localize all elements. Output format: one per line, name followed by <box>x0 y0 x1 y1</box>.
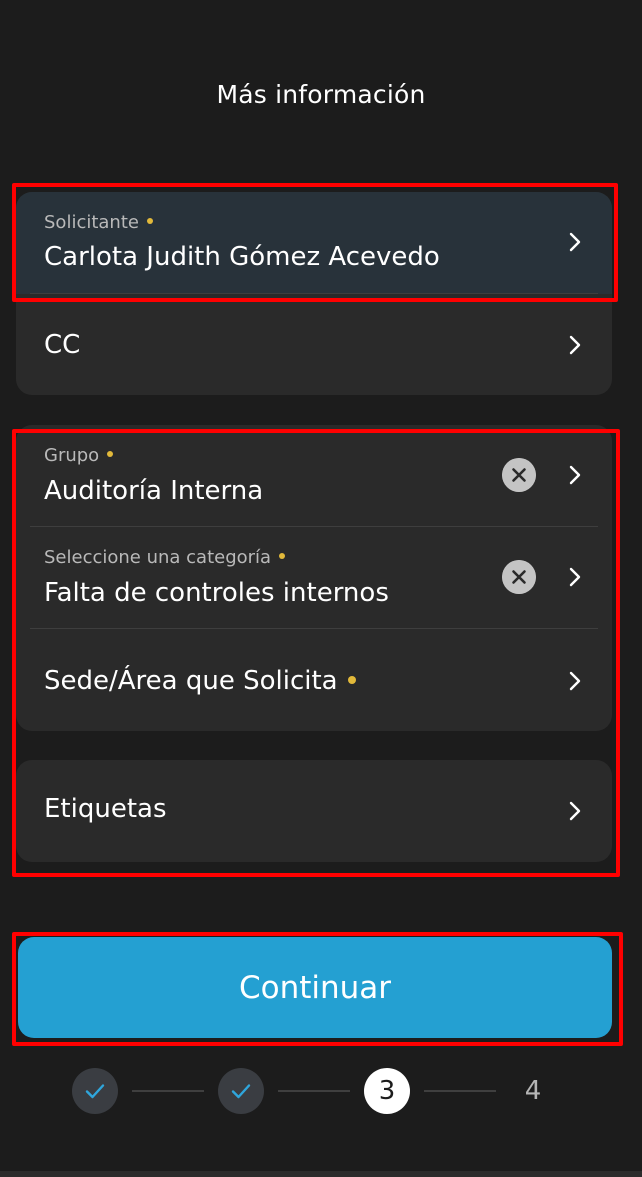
sede-label: Sede/Área que Solicita <box>44 666 338 696</box>
etiquetas-field[interactable]: Etiquetas <box>16 760 612 862</box>
required-indicator <box>279 553 286 559</box>
step-connector <box>132 1090 204 1092</box>
clear-icon[interactable] <box>502 458 536 492</box>
categoria-label: Seleccione una categoría <box>44 547 272 568</box>
continue-button[interactable]: Continuar <box>18 937 612 1038</box>
etiquetas-label: Etiquetas <box>44 794 167 824</box>
step-connector <box>278 1090 350 1092</box>
required-indicator <box>347 675 356 684</box>
grupo-field[interactable]: Grupo Auditoría Interna <box>16 425 612 527</box>
people-card: Solicitante Carlota Judith Gómez Acevedo… <box>16 192 612 395</box>
check-icon <box>85 1084 105 1099</box>
step-next: 4 <box>524 1076 542 1106</box>
tags-card: Etiquetas <box>16 760 612 862</box>
step-completed <box>72 1068 118 1114</box>
grupo-value: Auditoría Interna <box>44 476 264 506</box>
bottom-bar <box>0 1171 642 1177</box>
step-current: 3 <box>364 1068 410 1114</box>
chevron-right-icon[interactable] <box>564 334 586 356</box>
sede-field[interactable]: Sede/Área que Solicita <box>16 629 612 731</box>
step-completed <box>218 1068 264 1114</box>
categoria-value: Falta de controles internos <box>44 578 389 608</box>
page-title: Más información <box>216 80 426 109</box>
chevron-right-icon[interactable] <box>564 464 586 486</box>
categoria-field[interactable]: Seleccione una categoría Falta de contro… <box>16 527 612 629</box>
classification-card: Grupo Auditoría Interna Seleccione una c… <box>16 425 612 731</box>
required-indicator <box>146 218 153 224</box>
chevron-right-icon[interactable] <box>564 231 586 253</box>
grupo-label: Grupo <box>44 445 100 466</box>
chevron-right-icon[interactable] <box>564 566 586 588</box>
clear-icon[interactable] <box>502 560 536 594</box>
required-indicator <box>107 451 114 457</box>
solicitante-label: Solicitante <box>44 212 139 233</box>
solicitante-field[interactable]: Solicitante Carlota Judith Gómez Acevedo <box>16 192 612 294</box>
screen: Más información Solicitante Carlota Judi… <box>0 0 642 1177</box>
progress-stepper: 3 4 <box>0 1068 642 1114</box>
chevron-right-icon[interactable] <box>564 800 586 822</box>
cc-label: CC <box>44 330 81 360</box>
step-connector <box>424 1090 496 1092</box>
check-icon <box>231 1084 251 1099</box>
solicitante-value: Carlota Judith Gómez Acevedo <box>44 242 440 272</box>
cc-field[interactable]: CC <box>16 294 612 395</box>
chevron-right-icon[interactable] <box>564 670 586 692</box>
